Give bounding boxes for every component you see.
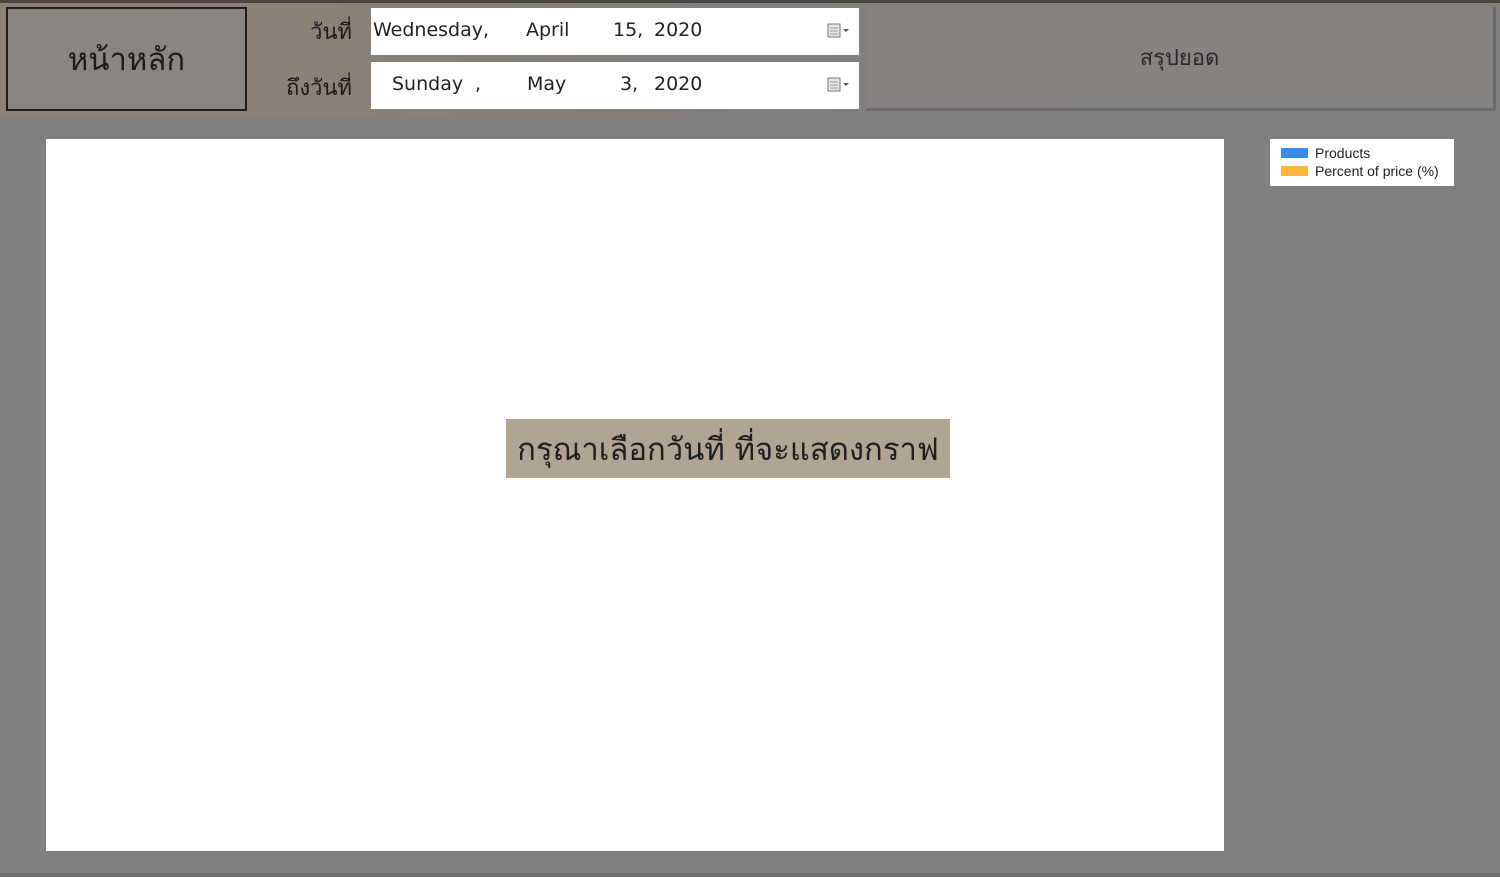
to-month[interactable]: May — [527, 73, 566, 95]
legend-swatch-percent — [1281, 166, 1308, 176]
top-toolbar: หน้าหลัก วันที่ ถึงวันที่ Wednesday, Apr… — [0, 0, 1500, 117]
legend-swatch-products — [1281, 148, 1308, 158]
calendar-dropdown-icon[interactable] — [827, 76, 853, 94]
from-date-label: วันที่ — [310, 20, 352, 45]
chart-legend: Products Percent of price (%) — [1270, 139, 1454, 186]
from-month[interactable]: April — [526, 19, 569, 41]
to-date-picker[interactable]: Sunday , May 3, 2020 — [371, 62, 859, 109]
legend-label-products: Products — [1315, 145, 1371, 161]
to-date-label: ถึงวันที่ — [286, 76, 352, 101]
to-day[interactable]: 3, — [620, 73, 638, 95]
from-year[interactable]: 2020 — [654, 19, 702, 41]
to-year[interactable]: 2020 — [654, 73, 702, 95]
to-weekday[interactable]: Sunday — [392, 73, 463, 95]
summary-button[interactable]: สรุปยอด — [866, 7, 1496, 111]
legend-item-products: Products — [1281, 144, 1454, 162]
home-button[interactable]: หน้าหลัก — [6, 7, 247, 111]
from-weekday[interactable]: Wednesday, — [373, 19, 489, 41]
from-day[interactable]: 15, — [613, 19, 643, 41]
select-date-prompt: กรุณาเลือกวันที่ ที่จะแสดงกราฟ — [506, 419, 950, 478]
top-border — [0, 0, 1500, 3]
from-date-picker[interactable]: Wednesday, April 15, 2020 — [371, 8, 859, 55]
chart-area — [46, 139, 1224, 851]
app-window: หน้าหลัก วันที่ ถึงวันที่ Wednesday, Apr… — [0, 0, 1500, 877]
to-weekday-comma: , — [475, 73, 482, 95]
legend-item-percent: Percent of price (%) — [1281, 162, 1454, 180]
calendar-dropdown-icon[interactable] — [827, 22, 853, 40]
bottom-border — [0, 873, 1500, 877]
legend-label-percent: Percent of price (%) — [1315, 163, 1439, 179]
